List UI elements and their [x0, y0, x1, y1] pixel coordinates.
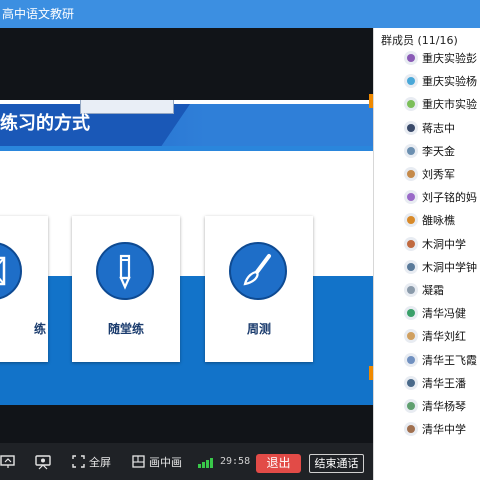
member-item[interactable]: 雒咏樵 [404, 210, 455, 230]
avatar [404, 120, 418, 135]
member-name: 清华刘红 [422, 330, 466, 344]
member-item[interactable]: 蒋志中 [404, 118, 455, 138]
member-item[interactable]: 清华王潘 [404, 373, 466, 393]
pen-icon [96, 242, 154, 300]
call-timer: 29:58 [220, 456, 251, 467]
member-name: 雒咏樵 [422, 214, 455, 228]
member-item[interactable]: 木洞中学钟 [404, 257, 477, 277]
slide-card-label: 随堂练 [107, 322, 144, 336]
avatar [404, 236, 418, 251]
slide-card-exercise: 练 [0, 216, 48, 362]
exercise-book-icon [0, 242, 22, 300]
member-name: 清华杨琴 [422, 400, 466, 413]
member-panel: 群成员 (11/16) 重庆实验彭重庆实验杨重庆市实验蒋志中李天金刘秀军刘子铭的… [373, 28, 480, 480]
member-name: 重庆实验杨 [422, 75, 477, 89]
member-name: 清华王飞霞 [422, 353, 477, 367]
member-name: 蒋志中 [422, 121, 455, 135]
picture-in-picture-icon [132, 455, 145, 468]
member-item[interactable]: 清华刘红 [404, 326, 466, 346]
member-item[interactable]: 清华中学 [404, 419, 466, 439]
slide-card-weekly-test: 周测 [205, 216, 313, 362]
share-screen-icon [0, 454, 15, 468]
avatar [404, 329, 418, 344]
avatar [404, 167, 418, 181]
presenter-icon [35, 454, 51, 469]
slide-card-label: 周测 [246, 322, 271, 336]
member-name: 木洞中学 [422, 237, 466, 251]
member-item[interactable]: 凝霜 [404, 280, 444, 300]
avatar [404, 399, 418, 413]
fullscreen-icon [72, 455, 85, 468]
avatar [404, 352, 418, 367]
member-name: 清华王潘 [422, 376, 466, 390]
avatar [404, 306, 418, 321]
slide-logo [80, 100, 174, 114]
avatar [404, 375, 418, 390]
member-item[interactable]: 重庆实验杨 [404, 71, 477, 91]
member-name: 清华中学 [422, 423, 466, 437]
member-item[interactable]: 重庆市实验 [404, 94, 477, 114]
member-item[interactable]: 刘秀军 [404, 164, 455, 184]
slide-title: 练习的方式 [0, 113, 90, 134]
avatar [404, 259, 418, 274]
brush-icon [229, 242, 287, 300]
picture-in-picture-button[interactable]: 画中画 [132, 443, 182, 480]
shared-screen-area[interactable]: 练习的方式 练 随堂练 周测 [0, 28, 373, 443]
avatar [404, 213, 418, 228]
member-name: 重庆实验彭 [422, 52, 477, 65]
member-name: 李天金 [422, 144, 455, 158]
member-item[interactable]: 木洞中学 [404, 234, 466, 254]
member-name: 凝霜 [422, 284, 444, 297]
presentation-slide: 练习的方式 练 随堂练 周测 [0, 100, 373, 405]
slide-header-stripe [0, 146, 373, 151]
avatar [404, 422, 418, 437]
member-item[interactable]: 刘子铭的妈 [404, 187, 477, 207]
avatar [404, 283, 418, 297]
window-titlebar: 高中语文教研 [0, 0, 480, 28]
end-call-button[interactable]: 结束通话 [309, 454, 364, 473]
member-item[interactable]: 清华王飞霞 [404, 350, 477, 370]
slide-bottom-band [0, 276, 373, 405]
avatar [404, 74, 418, 89]
fullscreen-label: 全屏 [89, 455, 111, 469]
member-panel-title: 群成员 (11/16) [381, 34, 458, 47]
avatar [404, 97, 418, 112]
member-item[interactable]: 清华杨琴 [404, 396, 466, 416]
exit-button[interactable]: 退出 [256, 454, 301, 473]
camera-button[interactable] [34, 443, 52, 480]
member-item[interactable]: 重庆实验彭 [404, 48, 477, 68]
signal-strength-icon [198, 456, 216, 468]
fullscreen-button[interactable]: 全屏 [72, 443, 111, 480]
picture-in-picture-label: 画中画 [149, 455, 182, 469]
window-title: 高中语文教研 [2, 7, 75, 21]
member-item[interactable]: 清华冯健 [404, 303, 466, 323]
avatar [404, 190, 418, 205]
member-name: 清华冯健 [422, 307, 466, 321]
share-screen-button[interactable] [0, 443, 16, 480]
member-name: 刘子铭的妈 [422, 191, 477, 205]
avatar [404, 143, 418, 158]
member-item[interactable]: 李天金 [404, 141, 455, 161]
member-name: 重庆市实验 [422, 98, 477, 112]
member-name: 刘秀军 [422, 168, 455, 181]
slide-card-label: 练 [33, 322, 46, 336]
slide-card-in-class: 随堂练 [72, 216, 180, 362]
avatar [404, 51, 418, 65]
member-name: 木洞中学钟 [422, 260, 477, 274]
